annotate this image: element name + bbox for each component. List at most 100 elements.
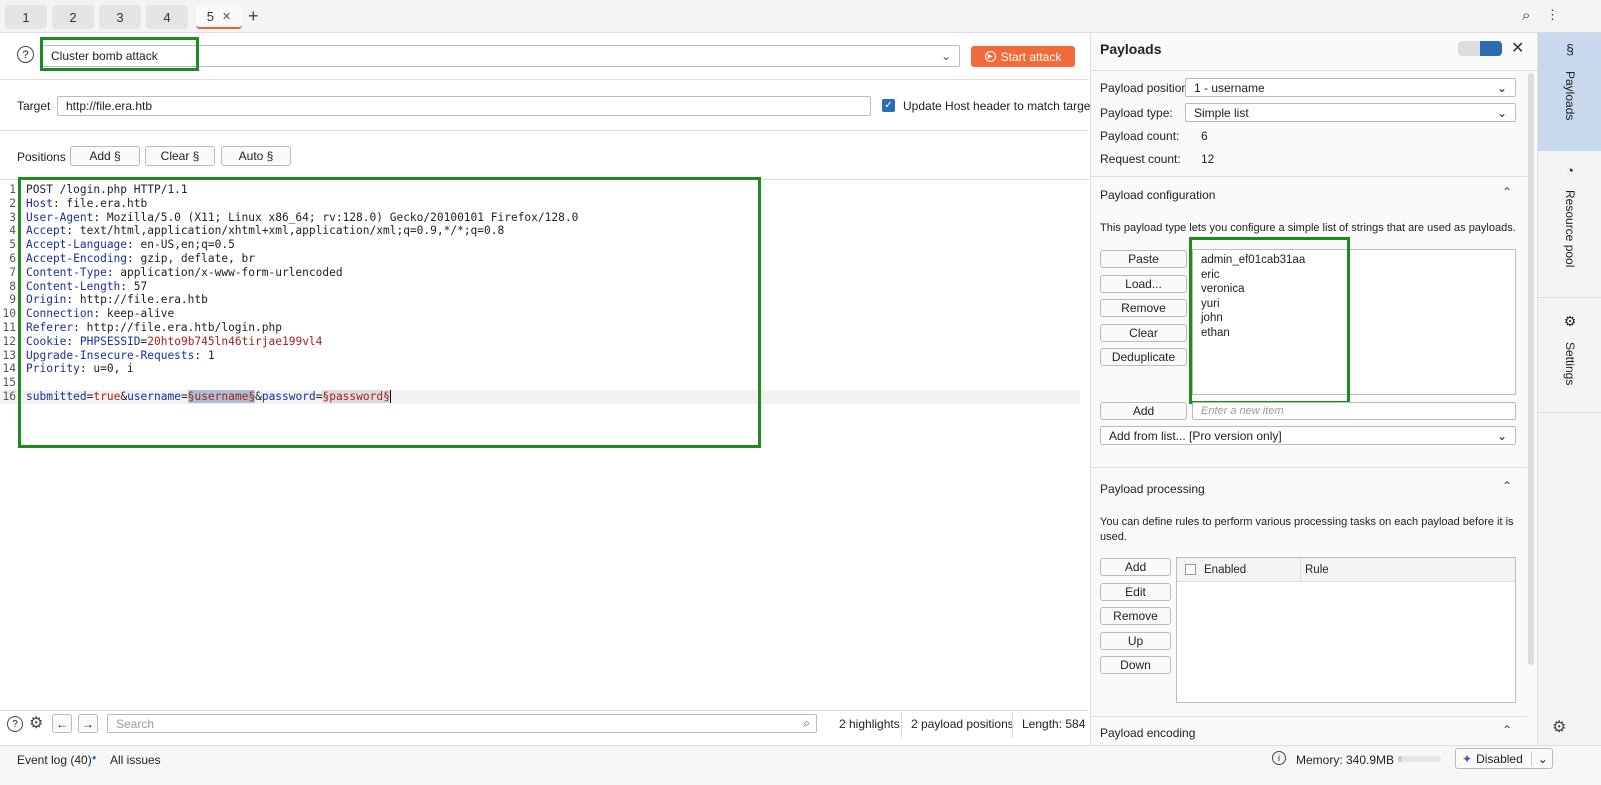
up-button[interactable]: Up <box>1100 631 1171 650</box>
payload-configuration-title: Payload configuration <box>1100 188 1216 202</box>
all-issues-link[interactable]: All issues <box>110 753 161 767</box>
payload-encoding-title: Payload encoding <box>1100 726 1196 740</box>
add-button[interactable]: Add <box>1100 558 1171 576</box>
payload-configuration-description: This payload type lets you configure a s… <box>1100 222 1516 234</box>
add-tab-icon[interactable]: + <box>248 6 259 27</box>
divider <box>0 79 1089 80</box>
tab-2[interactable]: 2 <box>52 5 94 29</box>
scrollbar[interactable] <box>1528 73 1534 665</box>
settings-icon[interactable]: ⚙ <box>29 713 43 733</box>
divider <box>901 712 902 738</box>
tab-bar: 1 2 3 4 5 ✕ + ⌕ ⋮ <box>0 0 1601 33</box>
add-section-button[interactable]: Add § <box>70 146 140 166</box>
event-log-label: Event log (40) <box>17 753 92 767</box>
status-bar: Event log (40)● All issues i Memory: 340… <box>0 745 1601 785</box>
down-button[interactable]: Down <box>1100 656 1171 674</box>
update-host-checkbox[interactable]: ✓ <box>882 99 895 112</box>
button-label: Remove <box>1113 609 1158 623</box>
tab-1[interactable]: 1 <box>5 5 47 29</box>
annotation-box <box>1189 237 1350 404</box>
payloads-panel: Payloads ✕ Payload position: 1 - usernam… <box>1090 33 1537 745</box>
help-icon[interactable]: ? <box>17 46 34 63</box>
info-icon[interactable]: i <box>1272 751 1286 765</box>
payload-type-select[interactable]: Simple list ⌄ <box>1185 103 1516 122</box>
button-label: Clear <box>1129 325 1158 340</box>
payload-position-select[interactable]: 1 - username ⌄ <box>1185 78 1516 97</box>
auto-section-button[interactable]: Auto § <box>221 146 291 166</box>
forward-icon[interactable]: → <box>78 714 98 733</box>
target-label: Target <box>17 99 51 113</box>
request-length: Length: 584 <box>1022 717 1086 731</box>
back-icon[interactable]: ← <box>52 714 72 733</box>
chevron-down-icon[interactable]: ⌄ <box>1530 751 1548 766</box>
line-number: 3 <box>9 210 16 224</box>
rules-table-header: Enabled Rule <box>1177 557 1515 582</box>
event-log-link[interactable]: Event log (40)● <box>17 753 97 767</box>
sidebar-item-settings[interactable]: ⚙ Settings <box>1538 301 1601 413</box>
chevron-down-icon: ⌄ <box>1496 105 1507 120</box>
start-attack-button[interactable]: ▸ Start attack <box>971 46 1075 67</box>
more-icon[interactable]: ⋮ <box>1546 7 1559 23</box>
close-icon[interactable]: ✕ <box>1511 38 1524 58</box>
column-enabled: Enabled <box>1204 563 1247 576</box>
notification-dot: ● <box>91 753 97 762</box>
divider <box>0 130 1089 131</box>
annotation-box <box>40 37 199 71</box>
select-all-checkbox[interactable] <box>1185 564 1196 575</box>
start-attack-label: Start attack <box>1000 49 1062 64</box>
sidebar-item-resource-pool[interactable]: ◔ Resource pool <box>1538 153 1601 298</box>
remove-button[interactable]: Remove <box>1100 607 1171 625</box>
load-button[interactable]: Load... <box>1100 274 1187 293</box>
button-label: Load... <box>1125 276 1162 291</box>
settings-icon[interactable]: ⚙ <box>1552 717 1566 737</box>
button-label: Down <box>1120 658 1151 672</box>
target-input[interactable]: http://file.era.htb <box>57 96 871 116</box>
chevron-down-icon: ⌄ <box>940 49 951 63</box>
collapse-icon[interactable]: ⌃ <box>1502 479 1512 493</box>
line-number: 13 <box>2 348 16 362</box>
tab-3[interactable]: 3 <box>99 5 141 29</box>
line-number: 4 <box>9 224 16 238</box>
edit-button[interactable]: Edit <box>1100 582 1171 601</box>
tab-4[interactable]: 4 <box>146 5 188 29</box>
ai-toggle-button[interactable]: ✦ Disabled ⌄ <box>1455 748 1553 769</box>
payload-processing-description: You can define rules to perform various … <box>1100 516 1514 543</box>
sidebar-item-payloads[interactable]: § Payloads <box>1538 33 1601 151</box>
line-number: 12 <box>2 334 16 348</box>
layout-toggle[interactable] <box>1458 41 1502 56</box>
request-count-value: 12 <box>1201 152 1215 166</box>
divider <box>1091 176 1527 177</box>
rules-table[interactable]: Enabled Rule <box>1176 557 1516 703</box>
positions-label: Positions <box>17 150 66 164</box>
divider <box>0 710 1089 711</box>
paste-button[interactable]: Paste <box>1100 250 1187 268</box>
tab-label: 5 <box>206 8 214 24</box>
line-number: 8 <box>9 279 16 293</box>
line-number: 2 <box>9 196 16 210</box>
help-icon[interactable]: ? <box>7 716 23 732</box>
line-number: 16 <box>2 389 16 403</box>
divider <box>1091 716 1527 717</box>
remove-button[interactable]: Remove <box>1100 299 1187 317</box>
clear-section-button[interactable]: Clear § <box>145 146 215 166</box>
add-from-list-select[interactable]: Add from list... [Pro version only] ⌄ <box>1100 426 1516 445</box>
divider <box>1091 70 1537 71</box>
clear-button[interactable]: Clear <box>1100 323 1187 342</box>
collapse-icon[interactable]: ⌃ <box>1502 185 1512 199</box>
right-sidebar: § Payloads ◔ Resource pool ⚙ Settings ⚙ <box>1537 33 1601 745</box>
search-icon: ⌕ <box>803 716 810 730</box>
deduplicate-button[interactable]: Deduplicate <box>1100 348 1187 366</box>
payload-position-value: 1 - username <box>1194 80 1265 95</box>
clear-section-label: Clear § <box>160 149 200 163</box>
collapse-icon[interactable]: ⌃ <box>1502 723 1512 737</box>
button-label: Edit <box>1125 584 1146 599</box>
new-item-input[interactable]: Enter a new item <box>1192 402 1516 420</box>
tab-label: 1 <box>22 9 30 25</box>
add-item-button[interactable]: Add <box>1100 402 1187 420</box>
line-number: 14 <box>2 362 16 376</box>
search-input[interactable]: Search ⌕ <box>107 714 817 733</box>
payload-processing-title: Payload processing <box>1100 482 1205 496</box>
search-icon[interactable]: ⌕ <box>1522 7 1530 24</box>
tab-5[interactable]: 5 ✕ <box>196 5 242 29</box>
close-tab-icon[interactable]: ✕ <box>222 10 231 23</box>
